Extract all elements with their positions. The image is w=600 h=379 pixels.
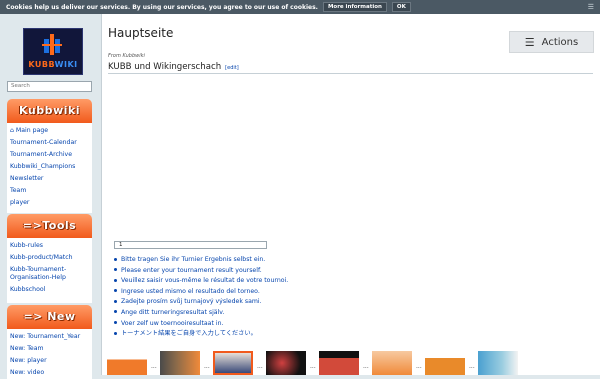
gallery-separator: ... [416, 363, 422, 370]
sidebar-item-new-video[interactable]: New: video [10, 367, 92, 379]
logo-text-part-2: WIKI [54, 60, 78, 69]
search-input[interactable]: Search [7, 81, 92, 92]
actions-button[interactable]: ☰ Actions [509, 31, 594, 53]
sidebar-item-tournament-organisation[interactable]: Kubb-Tournament-Organisation-Help [10, 264, 92, 284]
list-item: Zadejte prosím svůj turnajový výsledek s… [114, 297, 288, 308]
gallery-separator: ... [204, 363, 210, 370]
sidebar-item-team[interactable]: Team [10, 185, 92, 197]
list-item: トーナメント結果をご自身で入力してください。 [114, 329, 288, 340]
banner-kubbwiki: Kubbwiki [7, 99, 92, 123]
bullet-icon [114, 299, 117, 303]
sidebar-item-tournament-archive[interactable]: Tournament-Archive [10, 149, 92, 161]
nav-new: New: Tournament_Year New: Team New: play… [7, 329, 92, 379]
sidebar: KUBBWIKI Search Kubbwiki ⌂ Main page Tou… [0, 14, 101, 379]
home-icon: ⌂ [10, 127, 14, 134]
gallery-image[interactable] [213, 351, 253, 375]
sidebar-item-label: Main page [15, 127, 49, 134]
bullet-icon [114, 257, 117, 261]
gallery-separator: ... [257, 363, 263, 370]
gallery-image[interactable] [266, 351, 306, 375]
logo-text-part-1: KUBB [28, 60, 55, 69]
nav-tools: Kubb-rules Kubb-product/Match Kubb-Tourn… [7, 238, 92, 303]
cookie-ok-button[interactable]: OK [391, 2, 411, 12]
list-item-text: Bitte tragen Sie ihr Turnier Ergebnis se… [121, 256, 266, 263]
sidebar-item-new-tournament-year[interactable]: New: Tournament_Year [10, 331, 92, 343]
logo-text: KUBBWIKI [24, 60, 82, 69]
bullet-icon [114, 331, 117, 335]
list-item-text: Voer zelf uw toernooiresultaat in. [121, 319, 224, 327]
gallery-image[interactable] [478, 351, 518, 375]
main-content: Hauptseite ☰ Actions From Kubbwiki KUBB … [101, 14, 600, 375]
from-line: From Kubbwiki [108, 53, 145, 59]
sidebar-item-kubbschool[interactable]: Kubbschool [10, 284, 92, 296]
result-input[interactable]: 1 [114, 241, 267, 249]
hamburger-icon: ☰ [524, 35, 535, 49]
bullet-icon [114, 289, 117, 293]
page-title: Hauptseite [108, 26, 174, 40]
list-item-text: Ingrese usted mismo el resultado del tor… [121, 287, 260, 295]
bullet-icon [114, 278, 117, 282]
sidebar-item-tournament-calendar[interactable]: Tournament-Calendar [10, 137, 92, 149]
edit-link[interactable]: [edit] [225, 65, 239, 71]
gallery-separator: ... [469, 363, 475, 370]
list-item-text: Please enter your tournament result your… [121, 266, 262, 274]
gallery-separator: ... [151, 363, 157, 370]
image-gallery: ... ... ... ... ... ... ... [107, 349, 597, 375]
gallery-image[interactable] [372, 351, 412, 375]
actions-label: Actions [541, 36, 579, 48]
site-logo[interactable]: KUBBWIKI [23, 28, 83, 75]
gallery-image[interactable] [107, 351, 147, 375]
kubb-logo-icon [42, 34, 62, 55]
sidebar-item-main-page[interactable]: ⌂ Main page [10, 125, 92, 137]
divider [108, 73, 593, 74]
sidebar-item-kubb-product[interactable]: Kubb-product/Match [10, 252, 92, 264]
banner-tools: =>Tools [7, 214, 92, 238]
gallery-separator: ... [363, 363, 369, 370]
sidebar-item-new-player[interactable]: New: player [10, 355, 92, 367]
gallery-image[interactable] [160, 351, 200, 375]
list-item: Ange ditt turneringsresultat själv. [114, 308, 288, 319]
more-information-button[interactable]: More information [322, 2, 387, 12]
sidebar-item-new-team[interactable]: New: Team [10, 343, 92, 355]
menu-icon[interactable]: ☰ [588, 3, 594, 11]
sidebar-item-player[interactable]: player [10, 197, 92, 209]
list-item: Ingrese usted mismo el resultado del tor… [114, 287, 288, 298]
list-item: Please enter your tournament result your… [114, 266, 288, 277]
bullet-icon [114, 310, 117, 314]
list-item: Voer zelf uw toernooiresultaat in. [114, 319, 288, 330]
list-item-text: Ange ditt turneringsresultat själv. [121, 308, 225, 316]
sidebar-item-newsletter[interactable]: Newsletter [10, 173, 92, 185]
section-heading-text: KUBB und Wikingerschach [108, 62, 222, 72]
cookie-bar: Cookies help us deliver our services. By… [0, 0, 600, 14]
cookie-message: Cookies help us deliver our services. By… [6, 3, 318, 11]
list-item: Bitte tragen Sie ihr Turnier Ergebnis se… [114, 255, 288, 266]
bullet-icon [114, 268, 117, 272]
banner-new: => New [7, 305, 92, 329]
list-item-text: Veuillez saisir vous-même le résultat de… [121, 277, 289, 285]
list-item-text: トーナメント結果をご自身で入力してください。 [121, 330, 257, 338]
instruction-list: Bitte tragen Sie ihr Turnier Ergebnis se… [114, 255, 288, 340]
gallery-separator: ... [310, 363, 316, 370]
list-item-text: Zadejte prosím svůj turnajový výsledek s… [121, 298, 262, 306]
section-heading: KUBB und Wikingerschach [edit] [108, 62, 239, 72]
bullet-icon [114, 321, 117, 325]
nav-kubbwiki: ⌂ Main page Tournament-Calendar Tourname… [7, 123, 92, 213]
list-item: Veuillez saisir vous-même le résultat de… [114, 276, 288, 287]
sidebar-item-kubb-rules[interactable]: Kubb-rules [10, 240, 92, 252]
sidebar-item-champions[interactable]: Kubbwiki_Champions [10, 161, 92, 173]
gallery-image[interactable] [319, 351, 359, 375]
gallery-image[interactable] [425, 351, 465, 375]
